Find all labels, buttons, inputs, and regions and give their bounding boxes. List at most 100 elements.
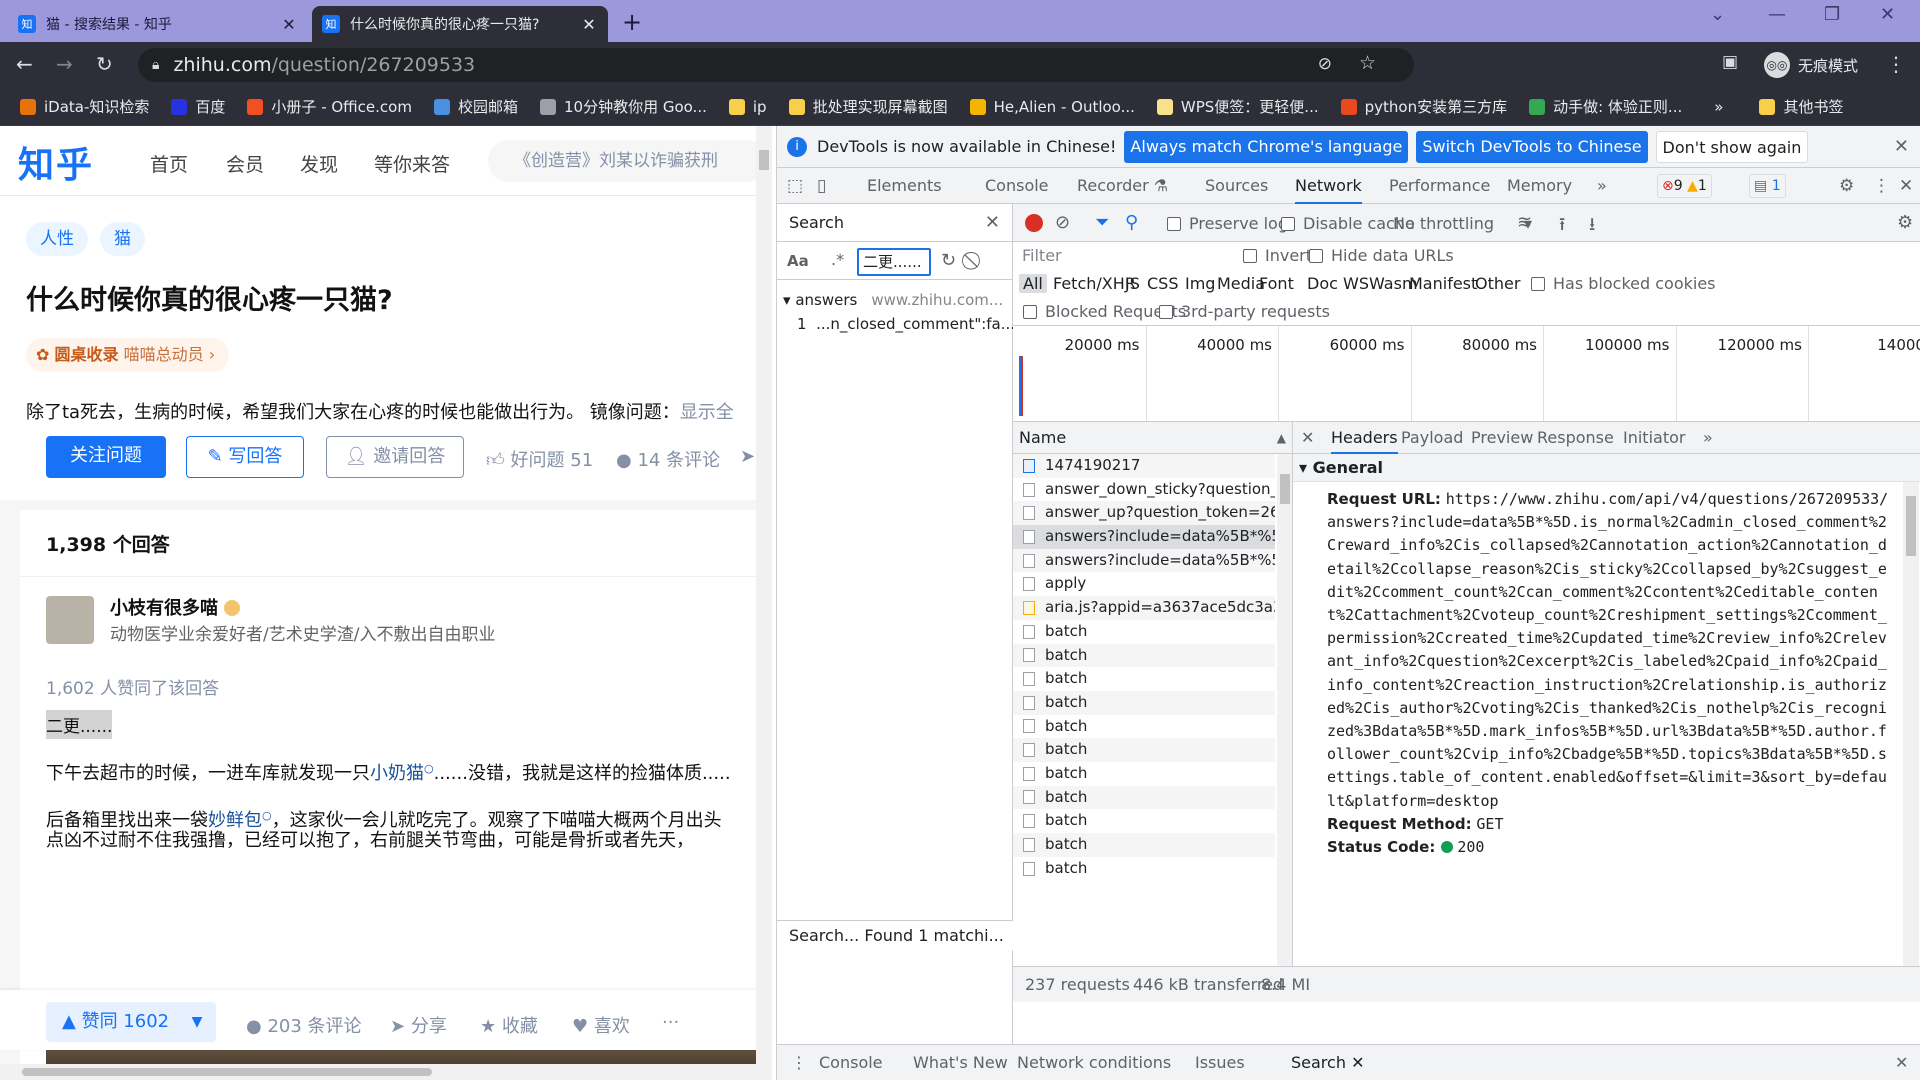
tab-recorder[interactable]: Recorder ⚗ xyxy=(1077,168,1168,204)
drawer-tab-network-conditions[interactable]: Network conditions xyxy=(1017,1053,1171,1072)
request-row[interactable]: batch xyxy=(1013,667,1275,691)
share-button[interactable]: ➤ 分享 xyxy=(390,1012,447,1038)
request-row[interactable]: answers?include=data%5B*%5D.is_nor... xyxy=(1013,548,1275,573)
drawer-menu-icon[interactable]: ⋮ xyxy=(791,1053,807,1072)
nav-home[interactable]: 首页 xyxy=(150,150,188,177)
refresh-icon[interactable]: ↻ xyxy=(941,250,956,271)
request-row[interactable]: 1474190217 xyxy=(1013,454,1275,478)
tab-network[interactable]: Network xyxy=(1295,168,1362,204)
drawer-tab-issues[interactable]: Issues xyxy=(1195,1053,1245,1072)
type-filter-other[interactable]: Other xyxy=(1475,274,1520,293)
network-conditions-icon[interactable]: ≋ xyxy=(1517,212,1532,233)
type-filter-css[interactable]: CSS xyxy=(1147,274,1178,293)
menu-icon[interactable]: ⋮ xyxy=(1886,52,1906,76)
topic-tag[interactable]: 人性 xyxy=(26,222,88,256)
comments-button[interactable]: ● 14 条评论 xyxy=(616,446,720,472)
tab-payload[interactable]: Payload xyxy=(1401,422,1463,454)
filter-input[interactable]: Filter xyxy=(1017,244,1239,268)
incognito-badge[interactable]: ◎◎ 无痕模式 xyxy=(1758,49,1870,81)
close-drawer-icon[interactable]: ✕ xyxy=(1895,1053,1908,1072)
forward-icon[interactable]: → xyxy=(56,52,73,76)
filter-icon[interactable]: ⏷ xyxy=(1095,212,1109,233)
bookmark-item[interactable]: 百度 xyxy=(171,96,225,117)
type-filter-font[interactable]: Font xyxy=(1259,274,1294,293)
request-row[interactable]: batch xyxy=(1013,762,1275,786)
type-filter-fetchxhr[interactable]: Fetch/XHR xyxy=(1053,274,1136,293)
write-answer-button[interactable]: ✎ 写回答 xyxy=(186,436,304,478)
share-icon[interactable]: ➤ xyxy=(740,446,755,467)
show-all-link[interactable]: 显示全 xyxy=(680,402,734,423)
upvote-button[interactable]: ▲ 赞同 1602 xyxy=(46,1002,186,1042)
author-name[interactable]: 小枝有很多喵 xyxy=(110,594,240,620)
back-icon[interactable]: ← xyxy=(16,52,33,76)
request-row[interactable]: batch xyxy=(1013,643,1275,668)
request-row[interactable]: answer_up?question_token=267209533 xyxy=(1013,501,1275,526)
close-details-icon[interactable]: ✕ xyxy=(1301,422,1314,454)
request-row[interactable]: aria.js?appid=a3637ace5dc3a347f6863... xyxy=(1013,596,1275,620)
type-filter-all[interactable]: All xyxy=(1019,274,1047,293)
type-filter-media[interactable]: Media xyxy=(1217,274,1265,293)
reload-icon[interactable]: ↻ xyxy=(96,52,113,76)
messages-counter[interactable]: ▤ 1 xyxy=(1749,174,1786,198)
bookmark-item[interactable]: 批处理实现屏幕截图 xyxy=(788,96,948,117)
match-case-toggle[interactable]: Aa xyxy=(787,252,809,270)
settings-icon[interactable]: ⚙ xyxy=(1839,176,1854,196)
type-filter-doc[interactable]: Doc xyxy=(1307,274,1338,293)
nav-discover[interactable]: 发现 xyxy=(300,150,338,177)
tab-elements[interactable]: Elements xyxy=(867,168,942,204)
scrollbar-thumb[interactable] xyxy=(22,1068,432,1076)
import-har-icon[interactable]: ⭱ xyxy=(1559,212,1565,242)
request-row[interactable]: batch xyxy=(1013,833,1275,857)
regex-toggle[interactable]: .* xyxy=(831,250,844,269)
tab-question[interactable]: 知 什么时候你真的很心疼一只猫? ✕ xyxy=(312,6,608,42)
preserve-log-checkbox[interactable]: Preserve log xyxy=(1167,214,1288,233)
request-row[interactable]: batch xyxy=(1013,785,1275,810)
tab-memory[interactable]: Memory xyxy=(1507,168,1572,204)
restore-icon[interactable]: ❐ xyxy=(1824,4,1840,25)
request-row[interactable]: batch xyxy=(1013,857,1275,881)
device-toolbar-icon[interactable]: ▯ xyxy=(817,176,826,196)
nav-waiting[interactable]: 等你来答 xyxy=(374,150,450,177)
tab-preview[interactable]: Preview xyxy=(1471,422,1533,454)
zhihu-logo[interactable]: 知乎 xyxy=(18,136,94,188)
hide-data-urls-checkbox[interactable]: Hide data URLs xyxy=(1309,246,1454,265)
close-tab-icon[interactable]: ✕ xyxy=(580,15,598,34)
network-overview-timeline[interactable]: 20000 ms 40000 ms 60000 ms 80000 ms 100000 m… xyxy=(1013,326,1920,422)
tab-console[interactable]: Console xyxy=(985,168,1049,204)
inspect-icon[interactable]: ⬚ xyxy=(787,176,803,196)
nav-vip[interactable]: 会员 xyxy=(226,150,264,177)
comments-button[interactable]: ● 203 条评论 xyxy=(246,1012,362,1038)
type-filter-ws[interactable]: WS xyxy=(1343,274,1369,293)
page-vertical-scrollbar[interactable] xyxy=(756,126,772,1080)
type-filter-manifest[interactable]: Manifest xyxy=(1409,274,1477,293)
search-result-file[interactable]: ▾ answers www.zhihu.com... xyxy=(777,288,1013,312)
scrollbar-thumb[interactable] xyxy=(1906,496,1916,556)
invite-answer-button[interactable]: 👤︎ 邀请回答 xyxy=(326,436,464,478)
close-window-icon[interactable]: ✕ xyxy=(1880,4,1895,25)
request-row[interactable]: batch xyxy=(1013,738,1275,762)
request-row[interactable]: batch xyxy=(1013,715,1275,739)
request-list-scrollbar[interactable] xyxy=(1277,454,1292,966)
search-result-line[interactable]: 1 ...n_closed_comment":fa... xyxy=(777,312,1013,336)
roundtable-badge[interactable]: ✿ 圆桌收录 喵喵总动员 › xyxy=(26,338,230,372)
minimize-icon[interactable]: — xyxy=(1768,4,1786,25)
invert-checkbox[interactable]: Invert xyxy=(1243,246,1312,265)
match-language-button[interactable]: Always match Chrome's language xyxy=(1124,130,1409,163)
scrollbar-thumb[interactable] xyxy=(759,150,769,170)
request-row[interactable]: apply xyxy=(1013,572,1275,596)
clear-log-icon[interactable]: ⊘ xyxy=(1055,212,1070,233)
good-question-button[interactable]: 👍︎ 好问题 51 xyxy=(486,446,593,472)
scrollbar-thumb[interactable] xyxy=(1280,474,1290,504)
request-row[interactable]: answer_down_sticky?question_token=2 xyxy=(1013,478,1275,502)
topic-tag[interactable]: 猫 xyxy=(100,222,145,256)
zhihu-search-input[interactable]: 《创造营》刘某以诈骗获刑 xyxy=(488,140,768,182)
other-bookmarks[interactable]: 其他书签 xyxy=(1759,96,1843,117)
keyword-link[interactable]: 小奶猫 xyxy=(370,763,424,784)
bookmark-item[interactable]: python安装第三方库 xyxy=(1340,96,1507,117)
request-row[interactable]: answers?include=data%5B*%5D.is_nor... xyxy=(1013,525,1275,549)
star-icon[interactable]: ☆ xyxy=(1359,52,1376,74)
name-column-header[interactable]: Name ▲ xyxy=(1013,422,1292,454)
like-button[interactable]: ♥ 喜欢 xyxy=(572,1012,630,1038)
bookmark-item[interactable]: ip xyxy=(728,98,767,116)
third-party-checkbox[interactable]: 3rd-party requests xyxy=(1159,302,1330,321)
